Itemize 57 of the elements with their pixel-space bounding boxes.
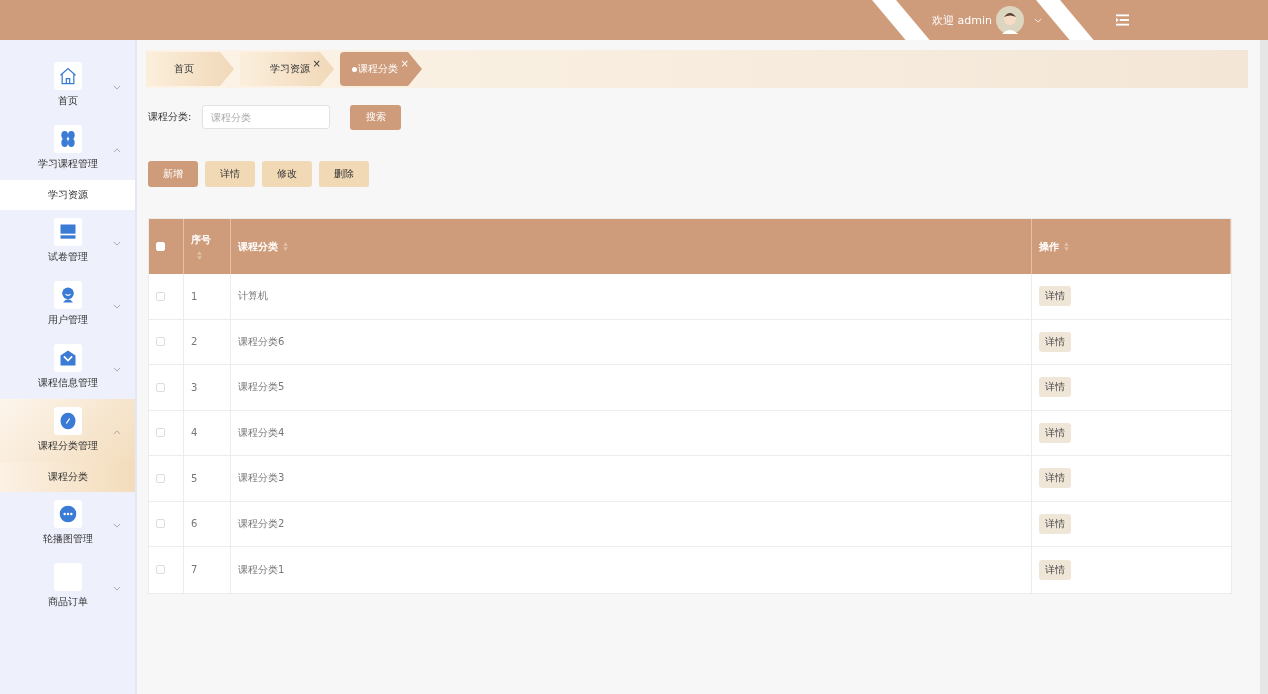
dots-icon — [57, 504, 78, 524]
avatar-icon[interactable] — [996, 6, 1024, 34]
submenu-item[interactable]: 课程分类 — [0, 462, 135, 492]
table-cell: 5 — [191, 472, 198, 484]
table-cell: 课程分类4 — [238, 425, 285, 440]
close-icon[interactable]: × — [312, 58, 321, 69]
checkbox[interactable] — [156, 337, 165, 347]
menu-item[interactable]: 试卷管理 — [0, 210, 135, 273]
table-cell: 7 — [191, 564, 198, 576]
table-cell: 课程分类2 — [238, 516, 285, 531]
details-button[interactable]: 详情 — [1039, 513, 1071, 534]
table-cell: 4 — [191, 427, 198, 439]
sort-icon[interactable] — [197, 251, 202, 260]
menu-item[interactable]: 学习课程管理 — [0, 117, 135, 180]
menu-item[interactable]: 课程信息管理 — [0, 336, 135, 399]
table-cell: 计算机 — [238, 289, 268, 304]
details-button[interactable]: 详情 — [1039, 468, 1071, 489]
table-cell: 课程分类5 — [238, 380, 285, 395]
welcome-text: 欢迎 admin — [932, 12, 992, 28]
checkbox[interactable] — [156, 565, 165, 575]
scrollbar[interactable] — [1260, 40, 1268, 694]
search-field[interactable]: 课程分类 — [202, 105, 331, 129]
menu-item[interactable]: 商品订单 — [0, 555, 135, 618]
edit-button[interactable]: 修改 — [262, 161, 312, 187]
sort-icon[interactable] — [1064, 242, 1069, 251]
checkbox[interactable] — [156, 473, 165, 483]
details-button[interactable]: 详情 — [1039, 377, 1071, 398]
table-cell: 1 — [191, 290, 198, 302]
dot-icon — [352, 66, 357, 72]
table-cell: 课程分类1 — [238, 562, 285, 577]
checkbox[interactable] — [156, 382, 165, 392]
table-cell: 课程分类3 — [238, 471, 285, 486]
details-button[interactable]: 详情 — [1039, 286, 1071, 307]
submenu-item[interactable]: 学习资源 — [0, 180, 135, 210]
breadcrumb-tab[interactable]: 首页 — [146, 52, 234, 86]
checkbox[interactable] — [156, 428, 165, 438]
caret-icon[interactable] — [1034, 17, 1042, 23]
delete-button[interactable]: 删除 — [319, 161, 369, 187]
menu-icon[interactable] — [1116, 14, 1129, 26]
checkbox[interactable] — [156, 519, 165, 529]
details-button[interactable]: 详情 — [205, 161, 255, 187]
menu-item[interactable]: 首页 — [0, 54, 135, 117]
menu-item[interactable]: 轮播图管理 — [0, 492, 135, 555]
sort-icon[interactable] — [283, 242, 288, 251]
details-button[interactable]: 详情 — [1039, 422, 1071, 443]
home-icon — [57, 66, 78, 86]
table-cell: 6 — [191, 518, 198, 530]
search-label: 课程分类: — [148, 110, 192, 124]
menu-item[interactable]: 课程分类管理 — [0, 399, 135, 462]
table-cell: 2 — [191, 336, 198, 348]
table-cell: 3 — [191, 381, 198, 393]
breadcrumb-tab[interactable]: 学习资源 × — [240, 52, 334, 86]
checkbox[interactable] — [156, 291, 165, 301]
menu-item[interactable]: 用户管理 — [0, 273, 135, 336]
table-cell: 课程分类6 — [238, 334, 285, 349]
details-button[interactable]: 详情 — [1039, 331, 1071, 352]
details-button[interactable]: 详情 — [1039, 559, 1071, 580]
